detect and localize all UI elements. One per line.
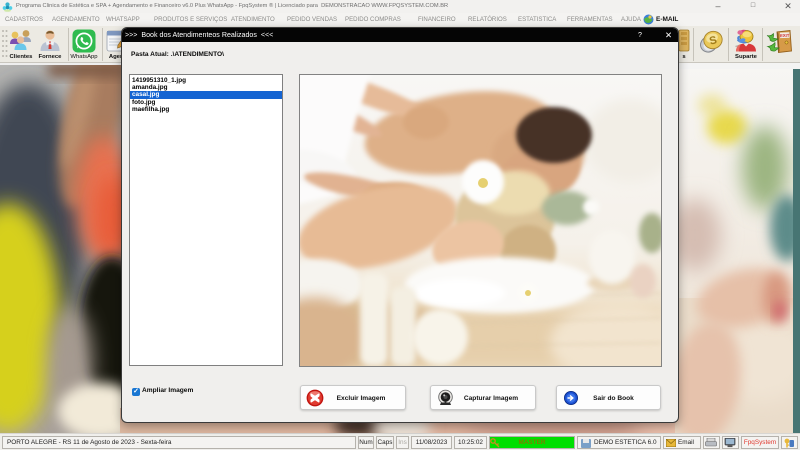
svg-text:EXIT: EXIT [780, 33, 790, 38]
